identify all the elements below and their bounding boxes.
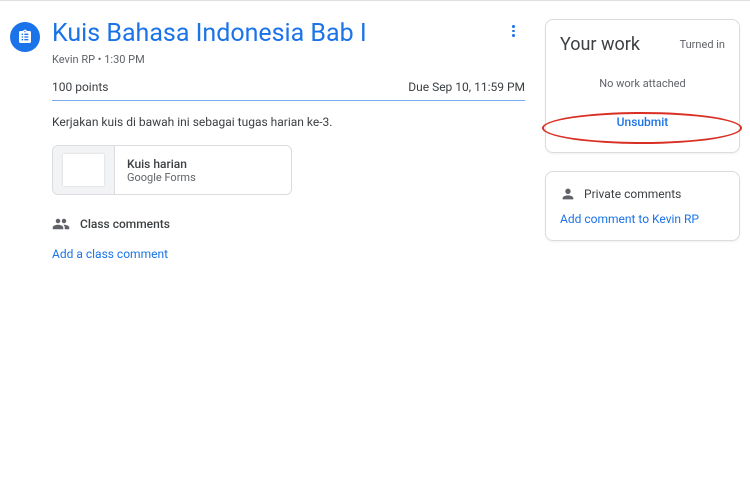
assignment-title: Kuis Bahasa Indonesia Bab I — [52, 19, 489, 49]
points-label: 100 points — [52, 80, 108, 94]
person-icon — [560, 186, 576, 202]
assignment-description: Kerjakan kuis di bawah ini sebagai tugas… — [52, 115, 525, 129]
attachment-card[interactable]: Kuis harian Google Forms — [52, 145, 292, 195]
unsubmit-button[interactable]: Unsubmit — [560, 106, 725, 138]
class-comments-header: Class comments — [52, 215, 525, 233]
your-work-title: Your work — [560, 34, 640, 55]
assignment-meta: Kevin RP • 1:30 PM — [52, 53, 489, 66]
add-class-comment-link[interactable]: Add a class comment — [52, 247, 525, 261]
private-comments-label: Private comments — [584, 187, 681, 201]
assignment-icon — [10, 22, 40, 52]
attachment-thumbnail — [53, 146, 115, 194]
due-date: Due Sep 10, 11:59 PM — [408, 80, 525, 94]
private-comments-card: Private comments Add comment to Kevin RP — [545, 171, 740, 241]
submission-status: Turned in — [680, 38, 725, 51]
no-work-attached-label: No work attached — [560, 77, 725, 90]
people-icon — [52, 215, 70, 233]
attachment-title: Kuis harian — [127, 157, 196, 171]
your-work-card: Your work Turned in No work attached Uns… — [545, 19, 740, 153]
more-options-button[interactable] — [501, 19, 525, 43]
add-private-comment-link[interactable]: Add comment to Kevin RP — [560, 212, 725, 226]
header-divider — [52, 100, 525, 101]
attachment-subtitle: Google Forms — [127, 171, 196, 184]
